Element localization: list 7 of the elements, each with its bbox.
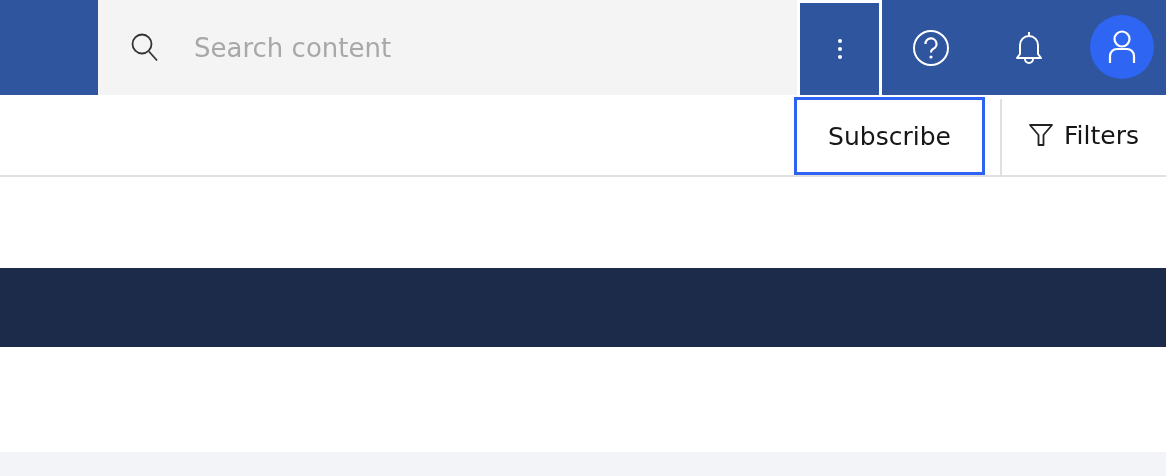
overflow-menu-icon [836,38,843,60]
subscribe-button[interactable]: Subscribe [794,97,985,175]
search-icon [130,31,160,64]
overflow-menu-button[interactable] [797,0,882,95]
user-avatar-icon [1107,30,1137,64]
help-icon [912,28,950,67]
filter-icon [1028,122,1054,148]
